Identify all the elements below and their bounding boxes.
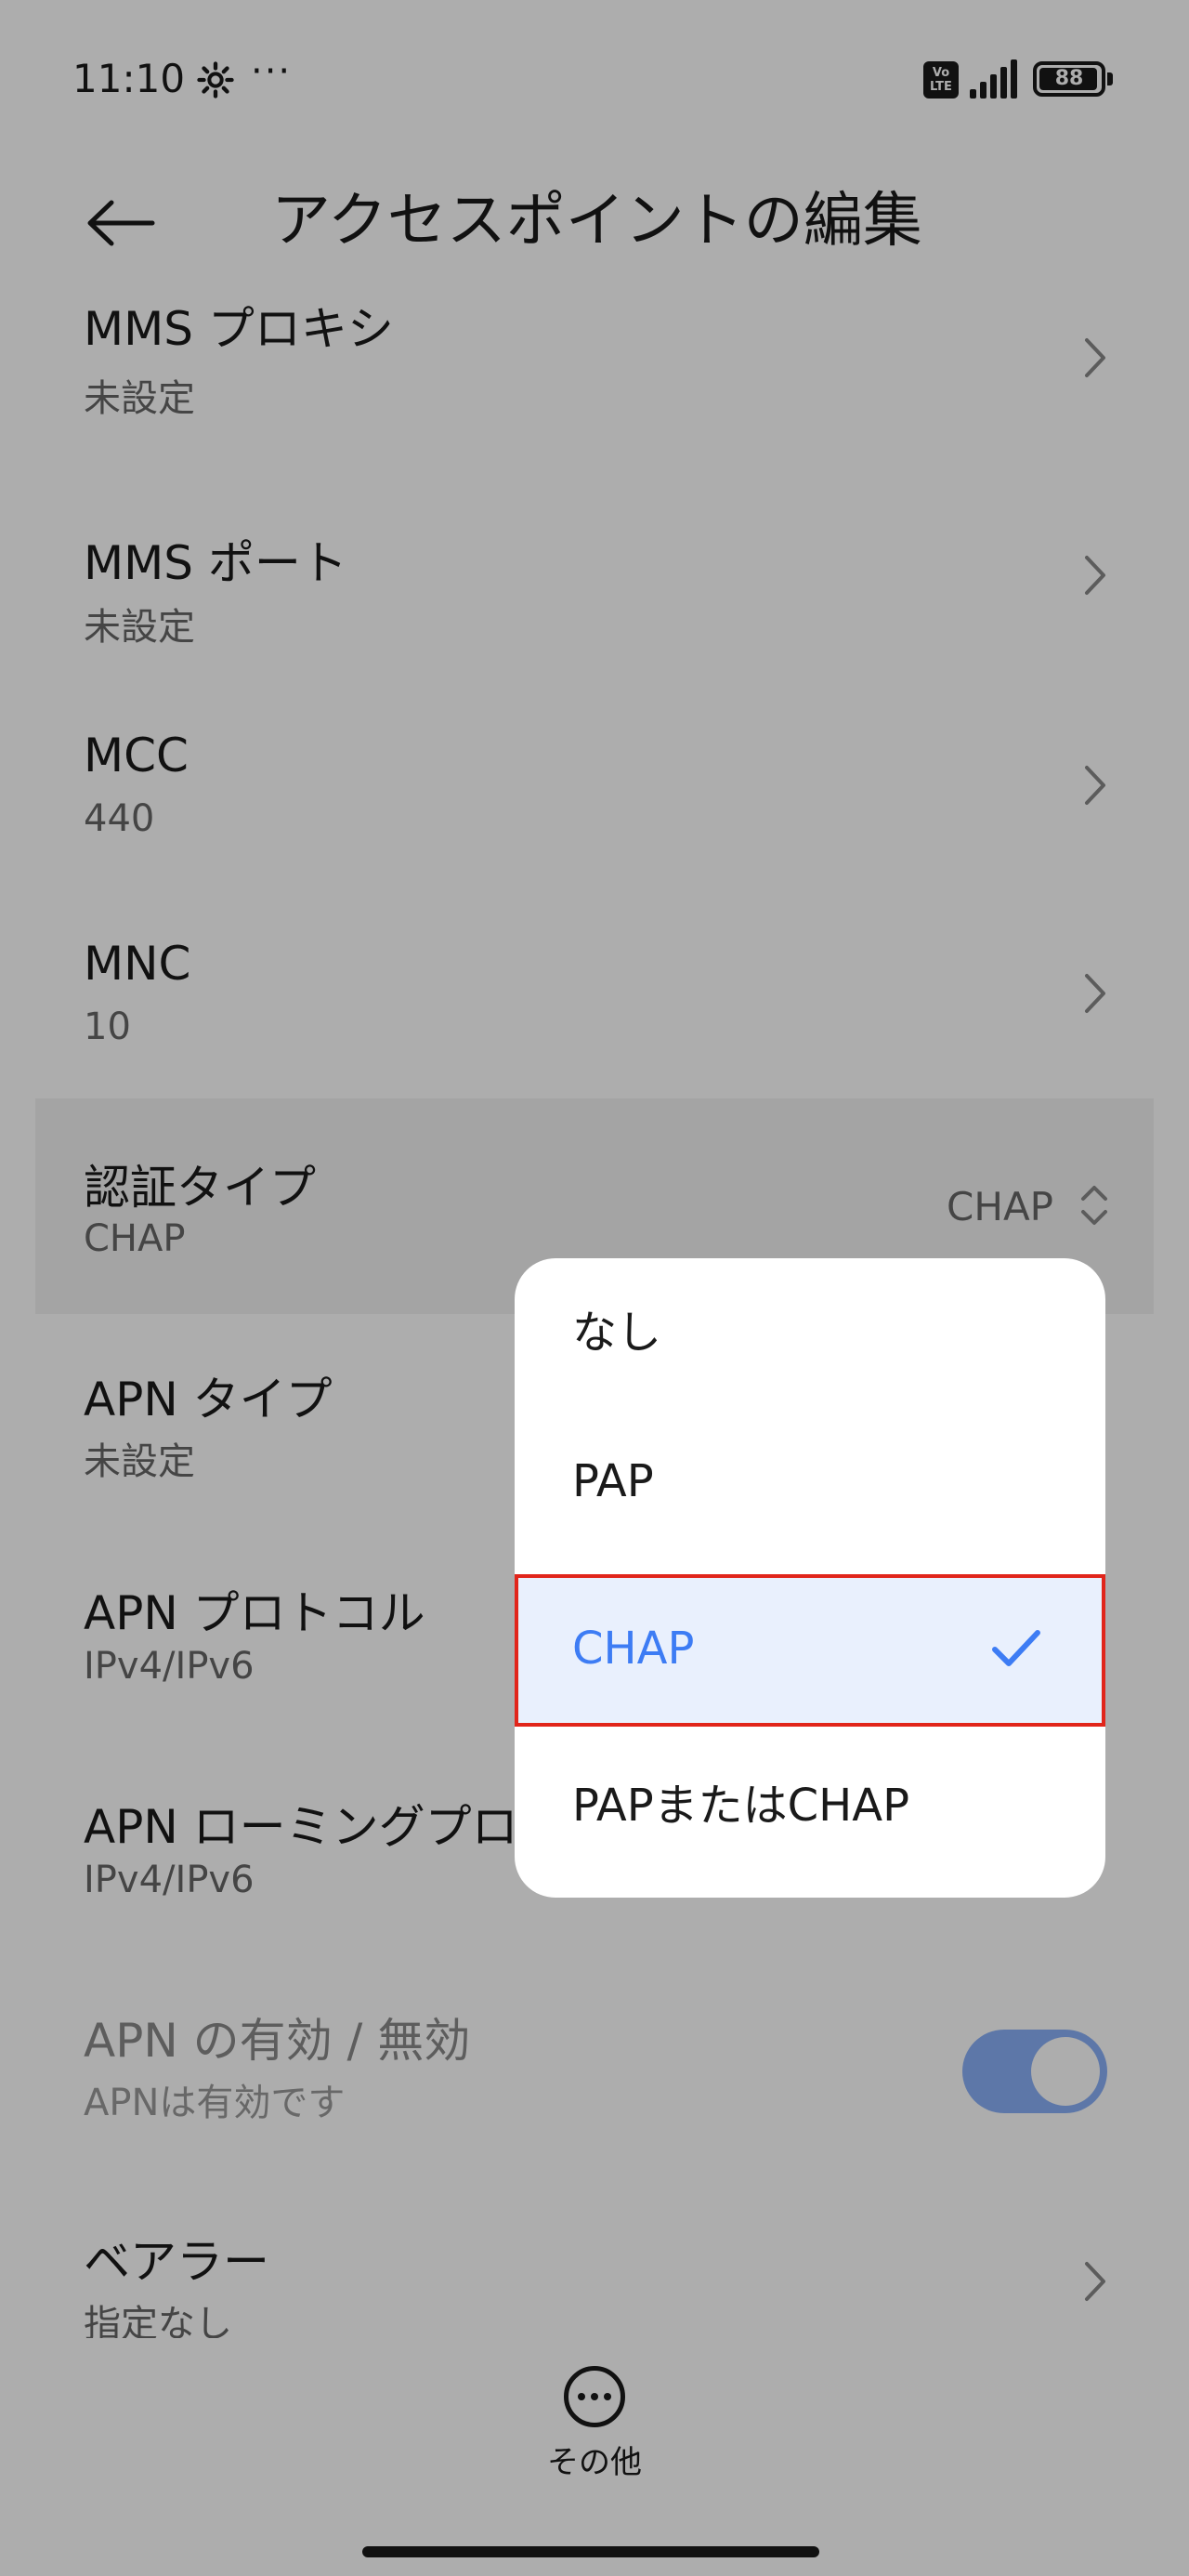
auth-type-popup-menu: なし PAP CHAP PAPまたはCHAP <box>515 1258 1105 1898</box>
menu-option-pap[interactable]: PAP <box>515 1407 1105 1556</box>
check-icon <box>992 1630 1040 1666</box>
menu-option-pap-or-chap[interactable]: PAPまたはCHAP <box>515 1727 1105 1885</box>
menu-option-none[interactable]: なし <box>515 1258 1105 1407</box>
menu-option-chap[interactable]: CHAP <box>515 1574 1105 1727</box>
screen: 11:10 ··· Vo LTE 88 アクセスポイントの編集 MMS プロキシ… <box>0 0 1189 2576</box>
